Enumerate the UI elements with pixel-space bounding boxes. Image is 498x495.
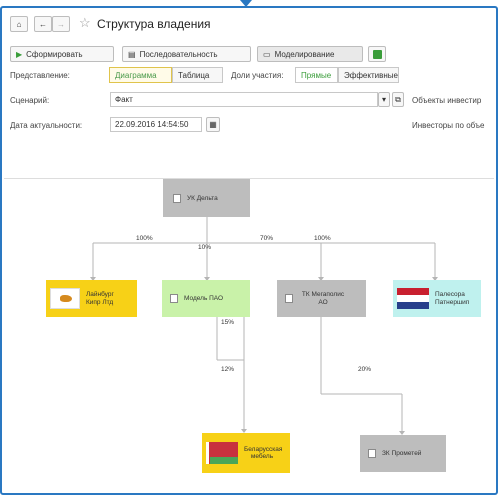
edge-label: 10% [198, 244, 212, 251]
sequence-label: Последовательность [139, 49, 218, 59]
excel-icon [372, 49, 382, 59]
diagram-canvas: 100% 10% 70% 100% 15% 12% 20% УК Дельта … [4, 178, 494, 493]
node-model-pao[interactable]: Модель ПАО [162, 280, 250, 317]
edge-label: 100% [314, 235, 331, 242]
date-field[interactable]: 22.09.2016 14:54:50 [110, 117, 202, 132]
form-button[interactable]: ▶ Сформировать [10, 46, 114, 62]
node-cyprus[interactable]: Лайнбург Кипр Лтд [46, 280, 137, 317]
node-label: УК Дельта [187, 194, 218, 202]
open-link-icon: ⧉ [395, 94, 401, 104]
tab-diagram[interactable]: Диаграмма [109, 67, 172, 83]
export-button[interactable] [368, 46, 386, 62]
node-label: Модель ПАО [184, 295, 224, 302]
home-icon: ⌂ [16, 19, 22, 29]
modeling-label: Моделирование [274, 49, 335, 59]
date-label: Дата актуальности: [10, 121, 83, 130]
belarus-flag-icon [206, 442, 238, 464]
shares-label: Доли участия: [231, 71, 284, 80]
star-icon[interactable]: ☆ [79, 15, 91, 31]
play-icon: ▶ [16, 49, 23, 59]
scenario-dropdown[interactable]: ▾ [378, 92, 390, 107]
form-label: Сформировать [26, 49, 83, 59]
arrow-left-icon: ← [39, 19, 47, 29]
node-label: Лайнбург Кипр Лтд [86, 291, 114, 306]
edge-label: 12% [221, 366, 235, 373]
tab-table[interactable]: Таблица [172, 67, 223, 83]
node-belarus[interactable]: Беларусская мебель [202, 433, 290, 473]
node-label: Палесора Патнершип [435, 290, 470, 306]
node-tk-megapolis[interactable]: ТК Мегаполис АО [277, 280, 366, 317]
node-label: ЗК Прометей [382, 450, 422, 457]
calendar-icon: ▦ [209, 120, 217, 129]
edge-label: 20% [358, 366, 372, 373]
view-label: Представление: [10, 71, 70, 80]
scenario-field[interactable]: Факт [110, 92, 378, 107]
arrow-right-icon: → [57, 19, 65, 29]
cyprus-flag-icon [50, 288, 80, 309]
list-icon: ▤ [128, 49, 136, 59]
page-title: Структура владения [97, 17, 211, 31]
node-label: ТК Мегаполис АО [301, 290, 345, 306]
doc-icon [170, 294, 178, 303]
node-label: Беларусская мебель [244, 445, 283, 460]
node-uk-delta[interactable]: УК Дельта [163, 179, 250, 217]
doc-icon [285, 294, 293, 303]
edge-label: 100% [136, 235, 153, 242]
home-button[interactable]: ⌂ [10, 16, 28, 32]
edge-label: 15% [221, 319, 235, 326]
forward-button[interactable]: → [52, 16, 70, 32]
node-palesora[interactable]: Палесора Патнершип [393, 280, 481, 317]
modeling-button[interactable]: ▭ Моделирование [257, 46, 363, 62]
chevron-down-icon: ▾ [381, 95, 386, 104]
edge-label: 70% [260, 235, 274, 242]
sequence-button[interactable]: ▤ Последовательность [122, 46, 251, 62]
doc-icon: ▭ [263, 49, 271, 59]
node-prometey[interactable]: ЗК Прометей [360, 435, 446, 472]
netherlands-flag-icon [397, 287, 429, 310]
doc-icon [173, 193, 181, 203]
doc-icon [368, 449, 376, 458]
scenario-label: Сценарий: [10, 96, 50, 105]
investors-link[interactable]: Инвесторы по объе [412, 121, 484, 130]
toggle-effective[interactable]: Эффективные [338, 67, 399, 83]
toggle-direct[interactable]: Прямые [295, 67, 338, 83]
window-frame: ⌂ ← → ☆ Структура владения ▶ Сформировать… [0, 6, 498, 495]
calendar-button[interactable]: ▦ [206, 117, 220, 132]
objects-link[interactable]: Объекты инвестир [412, 96, 481, 105]
back-button[interactable]: ← [34, 16, 52, 32]
scenario-open[interactable]: ⧉ [392, 92, 404, 107]
